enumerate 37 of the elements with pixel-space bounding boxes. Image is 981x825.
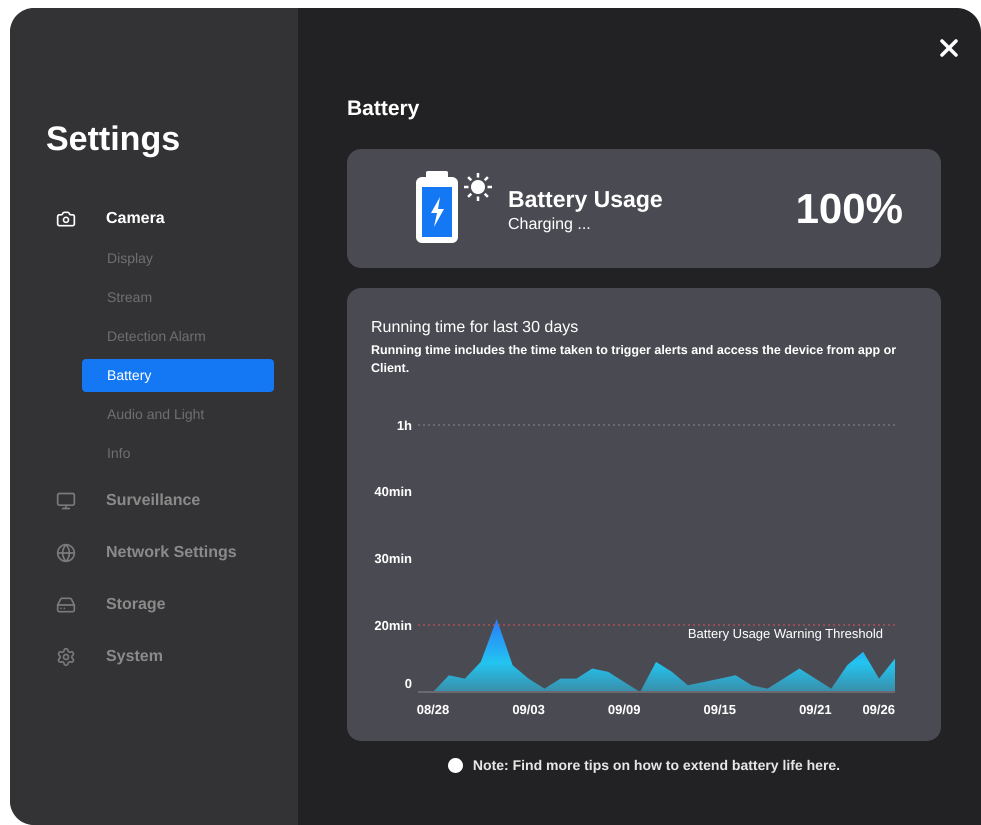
nav-section[interactable]: Surveillance (106, 489, 200, 513)
page-heading: Battery (347, 96, 420, 122)
x-axis-label: 08/28 (416, 702, 450, 716)
nav-item[interactable]: Battery (82, 359, 274, 392)
usage-title: Battery Usage (508, 184, 663, 214)
monitor-icon (56, 491, 76, 511)
y-axis-label: 40min (374, 484, 412, 498)
threshold-label: Battery Usage Warning Threshold (688, 626, 883, 640)
nav-item[interactable]: Audio and Light (82, 398, 274, 431)
chart-title: Running time for last 30 days (371, 318, 580, 338)
battery-percent: 100% (796, 184, 903, 234)
nav-item[interactable]: Detection Alarm (82, 320, 274, 353)
y-axis-label: 30min (374, 550, 412, 566)
drive-icon (56, 595, 76, 615)
nav-section[interactable]: Camera (106, 207, 165, 231)
camera-icon (56, 209, 76, 229)
x-axis-label: 09/09 (608, 702, 640, 716)
charging-status: Charging ... (508, 215, 592, 236)
battery-tips-note[interactable]: Note: Find more tips on how to extend battery life here. (472, 754, 840, 776)
nav-item[interactable]: Display (82, 242, 274, 275)
x-axis-label: 09/15 (703, 702, 736, 716)
y-axis-label: 20min (374, 618, 412, 632)
nav-section[interactable]: Network Settings (106, 541, 237, 565)
x-axis-label: 09/26 (862, 702, 895, 716)
globe-icon (56, 543, 76, 563)
chart-description: Running time includes the time taken to trigger alerts and access the device from app or Client. (371, 342, 898, 376)
settings-title: Settings (45, 119, 182, 160)
x-axis-label: 09/03 (512, 702, 545, 716)
y-axis-label: 1h (396, 418, 412, 432)
x-axis-label: 09/21 (799, 702, 832, 716)
nav-item[interactable]: Info (82, 437, 274, 470)
nav-section[interactable]: Storage (106, 593, 166, 617)
y-axis-label: 0 (404, 676, 412, 690)
help-icon (448, 758, 463, 772)
nav-item[interactable]: Stream (82, 281, 274, 314)
gear-icon (56, 647, 76, 667)
nav-section[interactable]: System (106, 645, 163, 669)
